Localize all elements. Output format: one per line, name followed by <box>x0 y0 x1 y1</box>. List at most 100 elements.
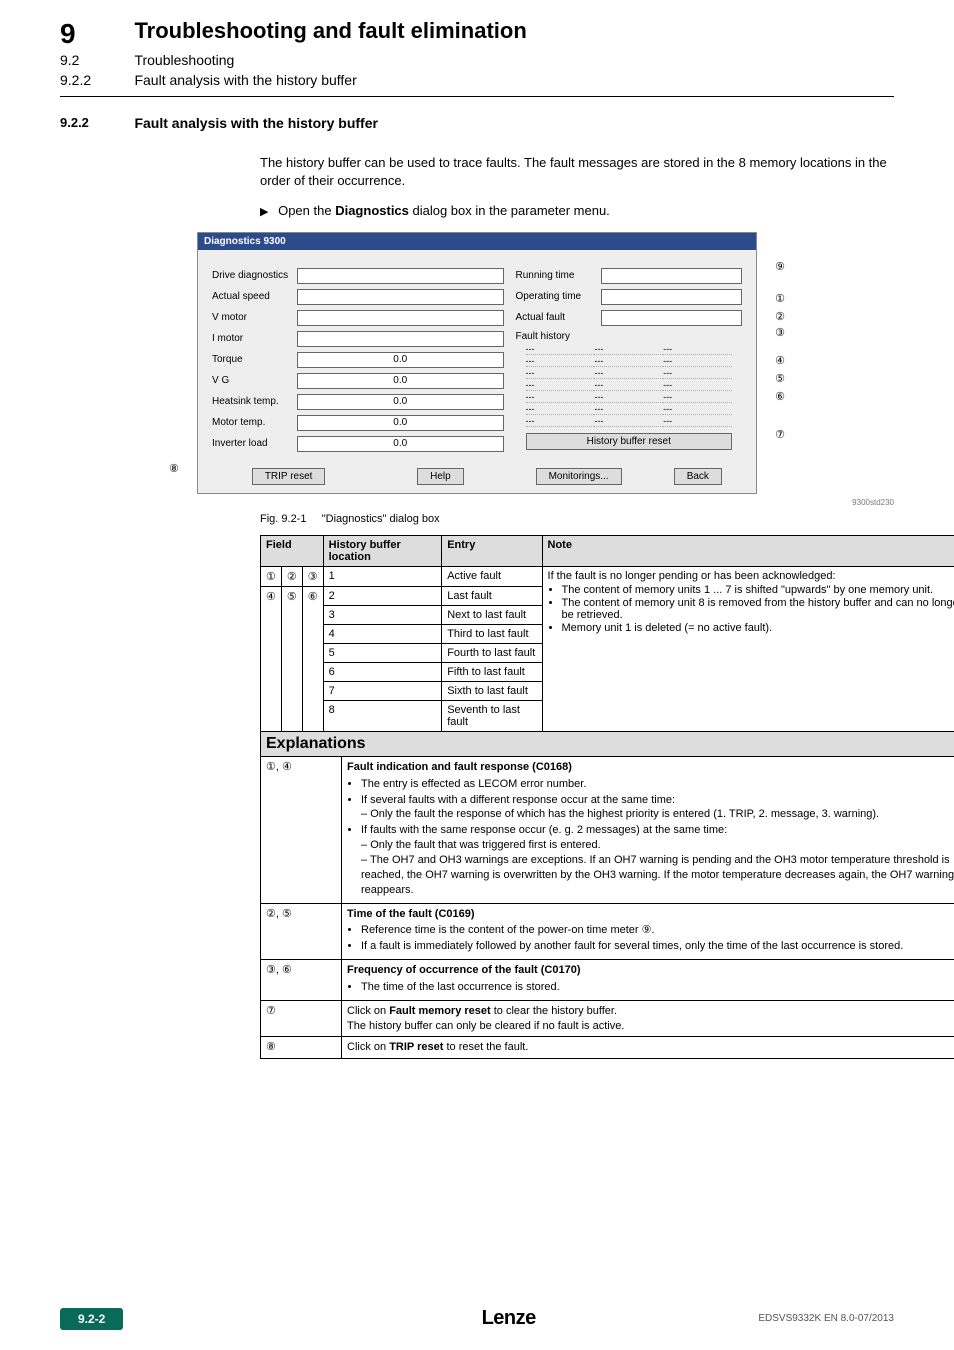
history-cell: --- <box>526 368 595 379</box>
brand-logo: Lenze <box>482 1307 536 1330</box>
drive-diag-field[interactable] <box>297 268 504 284</box>
imotor-field[interactable] <box>297 331 504 347</box>
history-cell: --- <box>663 356 732 367</box>
history-reset-button[interactable]: History buffer reset <box>526 433 732 450</box>
history-cell: --- <box>663 344 732 355</box>
history-buffer-table: Field History buffer location Entry Note… <box>260 535 954 732</box>
exp-4-b: to clear the history buffer. <box>491 1005 617 1017</box>
torque-value[interactable]: 0.0 <box>297 352 504 368</box>
exp-5-a: Click on <box>347 1041 389 1053</box>
inverter-load-label: Inverter load <box>212 438 297 449</box>
subsection-1: 9.2 Troubleshooting <box>60 52 894 70</box>
history-cell: --- <box>526 380 595 391</box>
history-cell: --- <box>526 392 595 403</box>
drive-diagnostics-group: Drive diagnostics Actual speed V motor I… <box>206 258 510 462</box>
field-6: ⑥ <box>302 586 323 731</box>
loc-7: 7 <box>323 681 442 700</box>
operating-time-field[interactable] <box>601 289 742 305</box>
exp-1-b2a: Only the fault the response of which has… <box>370 808 879 820</box>
exp-1-b3: If faults with the same response occur (… <box>361 824 727 836</box>
note-bullet-3: Memory unit 1 is deleted (= no active fa… <box>562 622 954 634</box>
header-rule <box>60 96 894 97</box>
callout-8: ⑧ <box>169 462 179 475</box>
col-location: History buffer location <box>323 535 442 566</box>
exp-2-b1: Reference time is the content of the pow… <box>361 923 954 938</box>
note-bullet-1: The content of memory units 1 ... 7 is s… <box>562 584 954 596</box>
subsection-1-title: Troubleshooting <box>134 52 234 68</box>
entry-5: Fourth to last fault <box>442 643 542 662</box>
history-cell: --- <box>526 404 595 415</box>
inverter-load-value[interactable]: 0.0 <box>297 436 504 452</box>
exp-body-1: Fault indication and fault response (C01… <box>342 757 954 903</box>
exp-body-2: Time of the fault (C0169) Reference time… <box>342 904 954 960</box>
exp-key-2: ②, ⑤ <box>261 904 342 960</box>
exp-4-c: The history buffer can only be cleared i… <box>347 1020 624 1032</box>
fault-history-list: --------- --------- --------- --------- … <box>526 344 732 427</box>
loc-4: 4 <box>323 624 442 643</box>
instruction-step: Open the Diagnostics dialog box in the p… <box>260 202 894 220</box>
history-cell: --- <box>594 416 663 427</box>
section-heading: 9.2.2 Fault analysis with the history bu… <box>60 115 894 141</box>
trip-reset-button[interactable]: TRIP reset <box>252 468 326 485</box>
dialog-titlebar: Diagnostics 9300 <box>198 233 756 250</box>
torque-label: Torque <box>212 354 297 365</box>
dialog-wrapper: Diagnostics 9300 Drive diagnostics Actua… <box>197 232 757 494</box>
exp-5-bold: TRIP reset <box>389 1041 443 1053</box>
instruction-bold: Diagnostics <box>335 203 409 218</box>
chapter-title: Troubleshooting and fault elimination <box>134 18 526 44</box>
history-cell: --- <box>663 416 732 427</box>
running-time-field[interactable] <box>601 268 742 284</box>
heatsink-label: Heatsink temp. <box>212 396 297 407</box>
history-cell: --- <box>526 356 595 367</box>
field-5: ⑤ <box>281 586 302 731</box>
entry-3: Next to last fault <box>442 605 542 624</box>
field-2: ② <box>281 566 302 586</box>
callout-9: ⑨ <box>775 260 785 273</box>
instruction-suffix: dialog box in the parameter menu. <box>409 203 610 218</box>
section-title: Fault analysis with the history buffer <box>134 115 377 131</box>
callout-1: ① <box>775 292 785 305</box>
actual-speed-field[interactable] <box>297 289 504 305</box>
actual-fault-label: Actual fault <box>516 312 601 323</box>
history-cell: --- <box>663 368 732 379</box>
vmotor-field[interactable] <box>297 310 504 326</box>
exp-key-1: ①, ④ <box>261 757 342 903</box>
exp-2-b2: If a fault is immediately followed by an… <box>361 939 954 954</box>
actual-fault-field[interactable] <box>601 310 742 326</box>
explanations-title: Explanations <box>260 732 954 757</box>
back-button[interactable]: Back <box>674 468 722 485</box>
figure-text: "Diagnostics" dialog box <box>322 513 440 525</box>
motor-temp-value[interactable]: 0.0 <box>297 415 504 431</box>
loc-3: 3 <box>323 605 442 624</box>
exp-body-5: Click on TRIP reset to reset the fault. <box>342 1037 954 1058</box>
exp-3-b1: The time of the last occurrence is store… <box>361 980 954 995</box>
chapter-header: 9 Troubleshooting and fault elimination <box>60 18 894 50</box>
vg-value[interactable]: 0.0 <box>297 373 504 389</box>
callout-4: ④ <box>775 354 785 367</box>
heatsink-value[interactable]: 0.0 <box>297 394 504 410</box>
callout-2: ② <box>775 310 785 323</box>
drive-diag-label: Drive diagnostics <box>212 270 297 281</box>
field-3: ③ <box>302 566 323 586</box>
figure-caption: Fig. 9.2-1 "Diagnostics" dialog box <box>260 513 894 525</box>
exp-1-b1: The entry is effected as LECOM error num… <box>361 777 954 792</box>
history-cell: --- <box>594 380 663 391</box>
history-cell: --- <box>663 392 732 403</box>
history-cell: --- <box>594 404 663 415</box>
history-cell: --- <box>594 368 663 379</box>
callout-7: ⑦ <box>775 428 785 441</box>
col-field: Field <box>261 535 324 566</box>
note-cell: If the fault is no longer pending or has… <box>542 566 954 731</box>
history-cell: --- <box>594 392 663 403</box>
motor-temp-label: Motor temp. <box>212 417 297 428</box>
vg-label: V G <box>212 375 297 386</box>
help-button[interactable]: Help <box>417 468 464 485</box>
instruction-prefix: Open the <box>278 203 335 218</box>
col-note: Note <box>542 535 954 566</box>
loc-8: 8 <box>323 700 442 731</box>
entry-7: Sixth to last fault <box>442 681 542 700</box>
exp-4-bold: Fault memory reset <box>389 1005 490 1017</box>
exp-5-b: to reset the fault. <box>443 1041 528 1053</box>
entry-8: Seventh to last fault <box>442 700 542 731</box>
monitorings-button[interactable]: Monitorings... <box>536 468 622 485</box>
